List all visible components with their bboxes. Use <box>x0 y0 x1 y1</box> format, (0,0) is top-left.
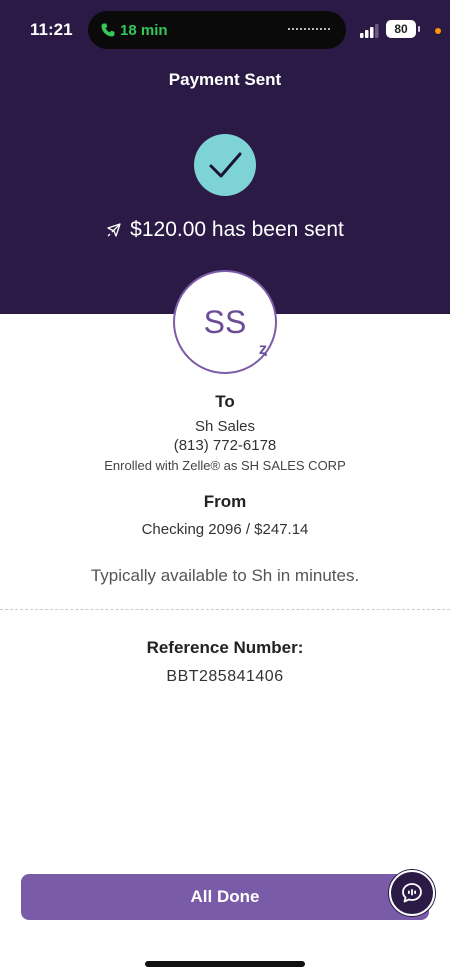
status-time: 11:21 <box>30 20 73 39</box>
rocket-icon <box>107 223 121 237</box>
zelle-enrollment-note: Enrolled with Zelle® as SH SALES CORP <box>104 458 346 473</box>
recipient-avatar: SS <box>173 270 277 374</box>
reference-number: BBT285841406 <box>166 668 284 685</box>
from-label: From <box>203 492 247 511</box>
recipient-phone: (813) 772-6178 <box>173 437 277 454</box>
success-check-badge <box>194 134 256 196</box>
source-account: Checking 2096 / $247.14 <box>141 521 309 538</box>
sent-message: $120.00 has been sent <box>130 218 344 241</box>
zelle-icon: ȥ <box>259 341 267 358</box>
all-done-button[interactable]: All Done <box>21 874 429 920</box>
reference-label: Reference Number: <box>146 638 304 657</box>
chat-icon <box>402 883 422 903</box>
recipient-name: Sh Sales <box>194 418 256 435</box>
page-title: Payment Sent <box>168 70 282 89</box>
check-icon <box>209 152 242 178</box>
active-call-pill[interactable]: 18 min <box>88 11 346 49</box>
battery-indicator: 80 <box>386 20 420 38</box>
privacy-indicator-dot <box>435 28 441 34</box>
call-waveform <box>288 28 330 30</box>
status-bar: 11:21 18 min 80 <box>0 0 450 62</box>
divider <box>0 609 450 610</box>
availability-note: Typically available to Sh in minutes. <box>90 566 360 585</box>
home-indicator <box>145 961 305 967</box>
phone-icon <box>101 23 115 37</box>
to-label: To <box>215 392 235 411</box>
sent-message-row: $120.00 has been sent <box>0 218 450 242</box>
call-duration: 18 min <box>120 21 168 39</box>
chat-assistant-button[interactable] <box>389 870 435 916</box>
signal-icon <box>360 24 379 38</box>
